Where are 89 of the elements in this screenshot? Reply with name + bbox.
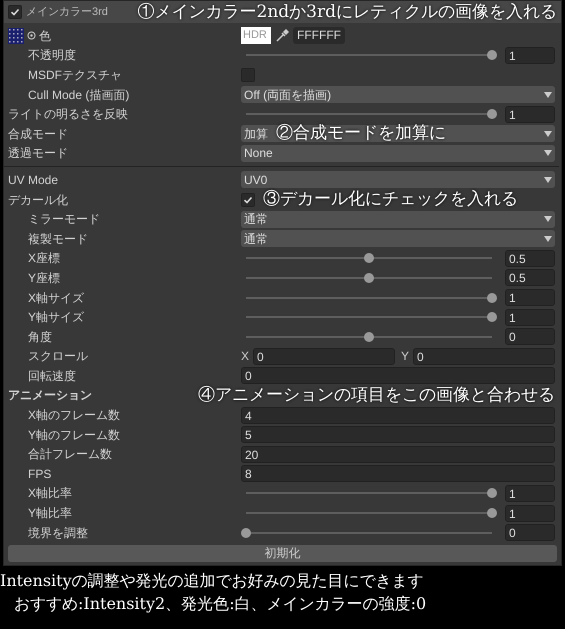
dropdown[interactable]: 通常: [241, 230, 555, 248]
slider-thumb[interactable]: [487, 508, 497, 518]
property-label: スクロール: [28, 348, 88, 366]
dropdown[interactable]: 加算 ②合成モードを加算に: [241, 125, 555, 142]
caret-icon: [544, 150, 552, 156]
number-field[interactable]: 20: [241, 446, 555, 463]
number-field[interactable]: 0: [413, 348, 555, 365]
property-label: ミラーモード: [28, 211, 100, 228]
property-label: MSDFテクスチャ: [28, 66, 122, 84]
property-label: X座標: [28, 250, 60, 268]
caret-icon: [544, 176, 552, 183]
caption-text: おすすめ:Intensity2、発光色:白、メインカラーの強度:0: [13, 593, 428, 616]
y-label: Y: [401, 348, 410, 366]
dropdown[interactable]: None: [241, 144, 555, 162]
annotation-text: ④アニメーションの項目をこの画像と合わせる: [198, 386, 555, 404]
caret-icon: [544, 236, 552, 242]
property-label: 角度: [28, 328, 52, 346]
annotation-text: ①メインカラー2ndか3rdにレティクルの画像を入れる: [138, 4, 557, 20]
checkbox[interactable]: [241, 192, 255, 207]
property-label: 境界を調整: [28, 524, 88, 542]
dropdown-value: 通常: [244, 211, 268, 228]
number-field[interactable]: 1: [505, 308, 555, 326]
property-label: X軸のフレーム数: [28, 407, 120, 424]
slider-thumb[interactable]: [487, 292, 497, 303]
property-label: Y座標: [28, 270, 60, 287]
caption-text: Intensityの調整や発光の追加でお好みの見た目にできます: [0, 570, 425, 592]
property-label: 色: [39, 28, 51, 45]
dropdown-value: 通常: [244, 230, 268, 248]
x-label: X: [241, 348, 250, 366]
slider-thumb[interactable]: [364, 332, 374, 342]
dropdown[interactable]: UV0: [241, 171, 555, 188]
slider-thumb[interactable]: [364, 272, 374, 283]
dropdown[interactable]: Off (両面を描画): [241, 86, 555, 104]
number-field[interactable]: 1: [505, 46, 555, 64]
slider-thumb[interactable]: [487, 50, 497, 60]
radio-icon[interactable]: [27, 31, 36, 40]
section-title: メインカラー3rd: [26, 4, 108, 20]
caret-icon: [544, 92, 552, 98]
number-field[interactable]: 1: [505, 289, 555, 306]
property-label: Cull Mode (描画面): [28, 86, 130, 104]
number-field[interactable]: 1: [505, 106, 555, 123]
dropdown[interactable]: 通常: [241, 210, 555, 228]
property-label: UV Mode: [8, 172, 58, 189]
property-label: X軸サイズ: [28, 290, 84, 307]
number-field[interactable]: 1: [505, 484, 555, 502]
hex-field[interactable]: FFFFFF: [293, 27, 345, 44]
property-label: 透過モード: [8, 145, 68, 162]
number-field[interactable]: 0: [505, 524, 555, 542]
dropdown-value: None: [244, 145, 273, 162]
property-label: 合成モード: [8, 126, 68, 143]
texture-grid-icon[interactable]: [8, 28, 24, 44]
property-label: アニメーション: [8, 387, 92, 404]
number-field[interactable]: 4: [241, 406, 555, 424]
dropdown-value: 加算: [244, 126, 268, 143]
eyedropper-icon[interactable]: [275, 28, 289, 43]
annotation-text: ②合成モードを加算に: [276, 125, 446, 142]
slider-thumb[interactable]: [364, 253, 374, 264]
property-label: 回転速度: [28, 368, 76, 385]
reset-button[interactable]: 初期化: [8, 545, 557, 562]
property-label: 不透明度: [28, 47, 76, 64]
number-field[interactable]: 1: [505, 504, 555, 522]
caret-icon: [544, 216, 552, 222]
checkbox[interactable]: [8, 5, 22, 19]
slider-thumb[interactable]: [487, 488, 497, 498]
property-label: Y軸サイズ: [28, 309, 84, 326]
annotation-text: ③デカール化にチェックを入れる: [263, 191, 518, 208]
number-field[interactable]: 0.5: [505, 250, 555, 267]
number-field[interactable]: 8: [241, 465, 555, 482]
property-label: FPS: [28, 466, 52, 483]
number-field[interactable]: 5: [241, 426, 555, 444]
property-label: 複製モード: [28, 230, 88, 248]
slider-thumb[interactable]: [487, 312, 497, 322]
property-label: ライトの明るさを反映: [8, 106, 128, 124]
checkmark-icon: [10, 7, 20, 17]
slider-thumb[interactable]: [241, 528, 251, 538]
number-field[interactable]: 0.5: [505, 269, 555, 286]
property-label: X軸比率: [28, 485, 72, 502]
property-label: Y軸比率: [28, 505, 72, 522]
number-field[interactable]: 0: [253, 348, 395, 365]
number-field[interactable]: 0: [241, 367, 555, 384]
slider-thumb[interactable]: [487, 109, 497, 120]
property-label: Y軸のフレーム数: [28, 426, 120, 444]
dropdown-value: Off (両面を描画): [244, 86, 332, 104]
number-field[interactable]: 0: [505, 328, 555, 346]
property-label: デカール化: [8, 192, 68, 209]
property-label: 合計フレーム数: [28, 446, 112, 464]
caret-icon: [544, 130, 552, 137]
dropdown-value: UV0: [244, 172, 268, 189]
checkmark-icon: [243, 194, 253, 205]
